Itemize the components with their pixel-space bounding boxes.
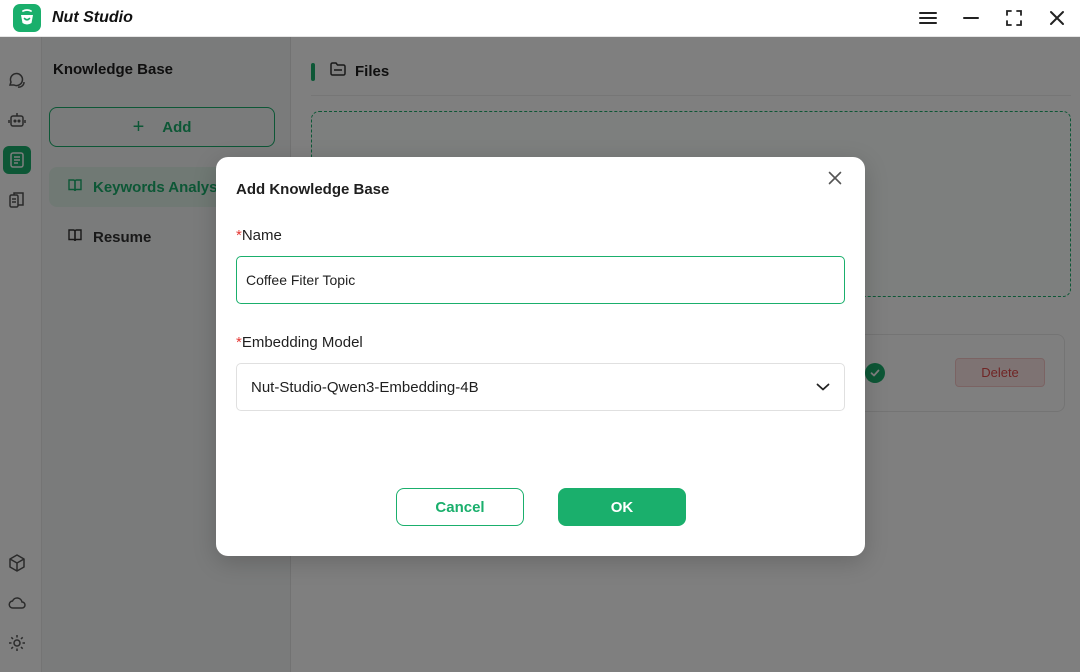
selected-model: Nut-Studio-Qwen3-Embedding-4B xyxy=(251,378,479,396)
title-bar: Nut Studio xyxy=(0,0,1080,37)
embedding-model-label-text: Embedding Model xyxy=(241,334,363,351)
menu-icon[interactable] xyxy=(915,6,941,30)
cancel-button[interactable]: Cancel xyxy=(396,488,524,526)
minimize-icon[interactable] xyxy=(958,6,984,30)
nut-logo-icon xyxy=(13,4,41,32)
name-label-text: Name xyxy=(241,227,282,244)
dialog-title: Add Knowledge Base xyxy=(236,181,390,198)
fullscreen-icon[interactable] xyxy=(1001,6,1027,30)
add-knowledge-base-dialog: Add Knowledge Base *Name *Embedding Mode… xyxy=(216,157,865,556)
app-title: Nut Studio xyxy=(52,9,133,26)
ok-button[interactable]: OK xyxy=(558,488,686,526)
chevron-down-icon xyxy=(816,379,830,396)
close-icon[interactable] xyxy=(1044,6,1070,30)
embedding-model-select[interactable]: Nut-Studio-Qwen3-Embedding-4B xyxy=(236,363,845,411)
close-icon[interactable] xyxy=(825,168,845,188)
embedding-model-label: *Embedding Model xyxy=(236,334,363,351)
name-input[interactable] xyxy=(236,256,845,304)
name-label: *Name xyxy=(236,227,282,244)
